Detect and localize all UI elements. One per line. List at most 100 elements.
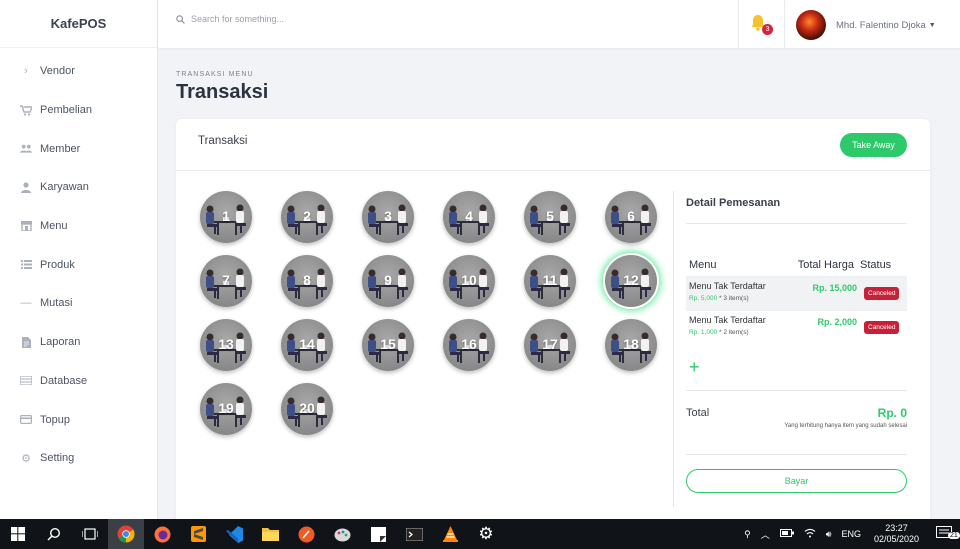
- take-away-button[interactable]: Take Away: [840, 133, 907, 157]
- search-icon[interactable]: [36, 519, 72, 549]
- vscode-icon[interactable]: [216, 519, 252, 549]
- sidebar-item-karyawan[interactable]: Karyawan: [0, 168, 157, 207]
- total-section: Total Rp. 0 Yang terhitung hanya item ya…: [686, 391, 907, 445]
- table-3[interactable]: 3: [362, 191, 414, 243]
- sidebar-item-mutasi[interactable]: — Mutasi: [0, 284, 157, 323]
- table-9[interactable]: 9: [362, 255, 414, 307]
- sidebar-item-laporan[interactable]: Laporan: [0, 323, 157, 362]
- sidebar-item-member[interactable]: Member: [0, 129, 157, 168]
- add-item-icon[interactable]: +: [689, 358, 907, 376]
- table-16[interactable]: 16: [443, 319, 495, 371]
- firefox-icon[interactable]: [144, 519, 180, 549]
- brand-logo[interactable]: KafePOS: [0, 0, 157, 48]
- total-note: Yang terhitung hanya item yang sudah sel…: [784, 423, 907, 429]
- clock[interactable]: 23:27 02/05/2020: [874, 523, 919, 545]
- sidebar-item-pembelian[interactable]: Pembelian: [0, 91, 157, 130]
- table-13[interactable]: 13: [200, 319, 252, 371]
- order-status: Canceled: [857, 315, 907, 340]
- table-number: 18: [623, 336, 639, 352]
- search-input[interactable]: [191, 14, 411, 24]
- people-icon[interactable]: ⚲: [744, 529, 751, 540]
- panel-divider: [673, 191, 674, 507]
- order-detail-panel: Detail Pemesanan Menu Total Harga Status…: [686, 191, 907, 493]
- topbar-divider: [784, 0, 785, 48]
- tray-expand-icon[interactable]: ︿: [761, 528, 770, 541]
- sidebar-item-produk[interactable]: Produk: [0, 245, 157, 284]
- column-header-status: Status: [860, 259, 892, 271]
- postman-icon[interactable]: [288, 519, 324, 549]
- order-total: Rp. 2,000: [817, 317, 857, 327]
- gear-icon: ⚙: [21, 452, 31, 465]
- table-number: 8: [303, 272, 311, 288]
- table-number: 14: [299, 336, 315, 352]
- volume-icon[interactable]: 🔊︎: [826, 529, 832, 540]
- action-center-icon[interactable]: 21: [936, 526, 960, 542]
- avatar: [796, 10, 826, 40]
- transaction-card: Transaksi Take Away 1 2 3 4 5 6 7 8 9 10 11 12 13 14 1…: [176, 119, 930, 529]
- sidebar-item-label: Vendor: [40, 65, 75, 78]
- table-5[interactable]: 5: [524, 191, 576, 243]
- clock-time: 23:27: [885, 523, 908, 533]
- table-8[interactable]: 8: [281, 255, 333, 307]
- sidebar-item-menu[interactable]: Menu: [0, 207, 157, 246]
- sidebar-item-setting[interactable]: ⚙ Setting: [0, 439, 157, 478]
- order-row[interactable]: Menu Tak Terdaftar Rp. 5,000 * 3 item(s)…: [686, 276, 907, 310]
- terminal-icon[interactable]: [396, 519, 432, 549]
- vlc-icon[interactable]: [432, 519, 468, 549]
- table-7[interactable]: 7: [200, 255, 252, 307]
- table-17[interactable]: 17: [524, 319, 576, 371]
- wifi-icon[interactable]: [804, 528, 816, 540]
- sidebar-item-topup[interactable]: Topup: [0, 400, 157, 439]
- order-item-qty: Rp. 5,000 * 3 item(s): [689, 295, 793, 302]
- battery-icon[interactable]: [779, 529, 794, 539]
- order-item-name: Menu Tak Terdaftar: [689, 315, 766, 325]
- order-item: Menu Tak Terdaftar Rp. 1,000 * 2 item(s): [689, 315, 793, 340]
- table-19[interactable]: 19: [200, 383, 252, 435]
- sidebar-item-vendor[interactable]: › Vendor: [0, 52, 157, 91]
- table-20[interactable]: 20: [281, 383, 333, 435]
- paint-icon[interactable]: [324, 519, 360, 549]
- table-12[interactable]: 12: [605, 255, 657, 307]
- page-title: Transaksi: [176, 81, 269, 103]
- table-number: 6: [627, 208, 635, 224]
- table-14[interactable]: 14: [281, 319, 333, 371]
- column-header-menu: Menu: [689, 259, 717, 271]
- table-15[interactable]: 15: [362, 319, 414, 371]
- order-quantity: * 2 item(s): [719, 329, 749, 336]
- table-number: 7: [222, 272, 230, 288]
- pay-button[interactable]: Bayar: [686, 469, 907, 493]
- table-10[interactable]: 10: [443, 255, 495, 307]
- status-badge[interactable]: Canceled: [864, 287, 900, 300]
- table-6[interactable]: 6: [605, 191, 657, 243]
- table-1[interactable]: 1: [200, 191, 252, 243]
- minus-icon: —: [20, 297, 32, 310]
- topbar: 3 Mhd. Falentino Djoka ▼: [158, 0, 960, 48]
- sidebar-item-database[interactable]: Database: [0, 362, 157, 401]
- task-view-icon[interactable]: [72, 519, 108, 549]
- language-indicator[interactable]: ENG: [841, 529, 861, 539]
- order-row[interactable]: Menu Tak Terdaftar Rp. 1,000 * 2 item(s)…: [686, 310, 907, 344]
- notification-button[interactable]: 3: [750, 14, 773, 35]
- table-11[interactable]: 11: [524, 255, 576, 307]
- sticky-notes-icon[interactable]: [360, 519, 396, 549]
- table-number: 12: [623, 272, 639, 288]
- file-explorer-icon[interactable]: [252, 519, 288, 549]
- table-number: 3: [384, 208, 392, 224]
- status-badge[interactable]: Canceled: [864, 321, 900, 334]
- table-number: 19: [218, 400, 234, 416]
- table-4[interactable]: 4: [443, 191, 495, 243]
- table-2[interactable]: 2: [281, 191, 333, 243]
- windows-start-icon[interactable]: [0, 519, 36, 549]
- chrome-icon[interactable]: [108, 519, 144, 549]
- user-menu[interactable]: Mhd. Falentino Djoka ▼: [796, 10, 936, 40]
- order-unit-price: Rp. 5,000: [689, 295, 718, 302]
- table-18[interactable]: 18: [605, 319, 657, 371]
- table-number: 9: [384, 272, 392, 288]
- card-header: Transaksi Take Away: [176, 119, 930, 171]
- sublime-icon[interactable]: [180, 519, 216, 549]
- order-item: Menu Tak Terdaftar Rp. 5,000 * 3 item(s): [689, 281, 793, 306]
- settings-gear-icon[interactable]: ⚙: [468, 519, 504, 549]
- action-center-badge: 21: [948, 532, 960, 539]
- table-number: 10: [461, 272, 477, 288]
- order-unit-price: Rp. 1,000: [689, 329, 718, 336]
